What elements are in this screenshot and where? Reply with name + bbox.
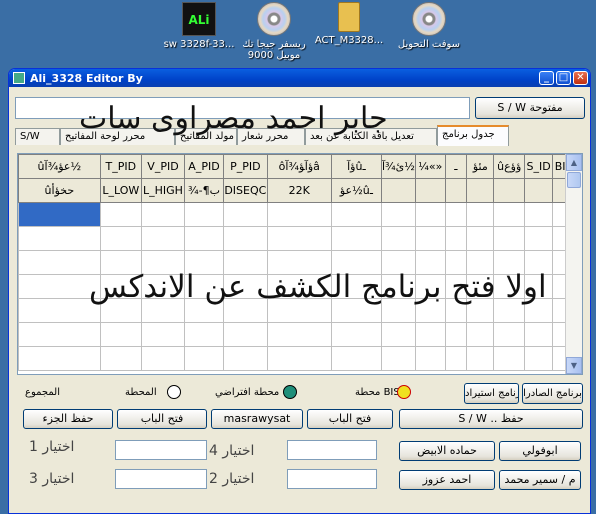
- choice-2-label: اختيار 2: [209, 471, 255, 487]
- table-header[interactable]: ـ: [444, 154, 468, 179]
- table-cell[interactable]: DISEQC: [223, 178, 268, 203]
- save-part-button[interactable]: حفظ الجزء: [23, 409, 113, 429]
- total-label: المجموع: [25, 387, 60, 398]
- status-legend: المجموع المحطة محطة افتراضي محطة BISS بر…: [17, 383, 583, 405]
- table-cell[interactable]: [444, 178, 468, 203]
- table-header[interactable]: مئؤ: [466, 154, 495, 179]
- table-header[interactable]: T_PID: [99, 154, 143, 179]
- minimize-button[interactable]: _: [539, 71, 554, 85]
- desktop-icon-label: ACT_M3328...: [314, 35, 384, 46]
- open-door-button-2[interactable]: فتح الباب: [307, 409, 393, 429]
- table-cell[interactable]: [523, 178, 554, 203]
- key-button[interactable]: S / W مفتوحة: [475, 97, 585, 119]
- ahmed-button[interactable]: احمد عزوز: [399, 470, 495, 490]
- channel-table: ûعؤ¾آ½ T_PID V_PID A_PID P_PID ôآ‍ؤ¾آ‎ؤâ…: [18, 154, 582, 371]
- cd-icon: [412, 2, 446, 36]
- table-cell[interactable]: L_LOW: [99, 178, 143, 203]
- circle-biss-icon: [397, 385, 411, 399]
- table-header[interactable]: ؤآûـ: [330, 154, 382, 179]
- title-bar[interactable]: Ali_3328 Editor By _ □ ✕: [9, 69, 590, 87]
- vertical-scrollbar[interactable]: ▲ ▼: [565, 154, 582, 374]
- choice-1-input[interactable]: [115, 440, 207, 460]
- table-header[interactable]: P_PID: [223, 154, 268, 179]
- choice-2-input[interactable]: [287, 469, 377, 489]
- choice-4-label: اختيار 4: [209, 443, 255, 459]
- cd-icon: [257, 2, 291, 36]
- table-header[interactable]: ôآ‍ؤ¾آ‎ؤâ: [266, 154, 332, 179]
- table-row[interactable]: [18, 346, 582, 371]
- overlay-author-name: جابر احمد مصراوى سات: [79, 101, 388, 136]
- table-cell[interactable]: L_HIGH: [141, 178, 185, 203]
- import-program-button[interactable]: برنامج استيراد: [464, 383, 519, 404]
- table-header[interactable]: ¼«»: [414, 154, 446, 179]
- save-sw-button[interactable]: S / W .. حفظ: [399, 409, 583, 429]
- desktop-icon-converter[interactable]: سوفت التحويل: [384, 2, 474, 50]
- program-grid[interactable]: ûعؤ¾آ½ T_PID V_PID A_PID P_PID ôآ‍ؤ¾آ‎ؤâ…: [17, 153, 583, 375]
- table-header-row: ûحخؤأ L_LOW L_HIGH ¾-¶ب DISEQC 22K عؤ½ûـ: [18, 178, 582, 203]
- tab-program-table[interactable]: جدول برنامج: [437, 125, 509, 146]
- desktop-icon-label: سوفت التحويل: [397, 39, 461, 50]
- choice-3-label: اختيار 3: [29, 471, 75, 487]
- table-cell[interactable]: عؤ½ûـ: [330, 178, 382, 203]
- scroll-up-icon[interactable]: ▲: [566, 154, 582, 171]
- window-title: Ali_3328 Editor By: [30, 71, 143, 85]
- ali-icon: ALi: [182, 2, 216, 36]
- channel-label: المحطة: [125, 387, 157, 398]
- circle-white-icon: [167, 385, 181, 399]
- choice-1-label: اختيار 1: [29, 439, 75, 455]
- app-icon: [13, 72, 25, 84]
- samir-button[interactable]: م / سمير محمد: [499, 470, 581, 490]
- desktop-icon-folder[interactable]: ACT_M3328...: [304, 2, 394, 46]
- table-row[interactable]: [18, 322, 582, 347]
- table-cell[interactable]: ûحخؤأ: [18, 178, 101, 203]
- table-cell[interactable]: [414, 178, 446, 203]
- table-header[interactable]: ûعؤ¾آ½: [18, 154, 101, 179]
- ibofooli-button[interactable]: ابوفولي: [499, 441, 581, 461]
- editor-window: Ali_3328 Editor By _ □ ✕ S / W مفتوحة جا…: [8, 68, 591, 514]
- table-row[interactable]: [18, 202, 582, 227]
- close-button[interactable]: ✕: [573, 71, 588, 85]
- table-header[interactable]: ûؤؤع: [493, 154, 525, 179]
- table-header[interactable]: V_PID: [141, 154, 185, 179]
- hamada-button[interactable]: حماده الابيض: [399, 441, 495, 461]
- circle-green-icon: [283, 385, 297, 399]
- scroll-thumb[interactable]: [567, 172, 581, 188]
- table-cell[interactable]: [466, 178, 495, 203]
- scroll-down-icon[interactable]: ▼: [566, 357, 582, 374]
- table-cell[interactable]: [380, 178, 416, 203]
- desktop: ALi sw 3328f-33... ريسفر جيجا تك موبيل 9…: [0, 0, 596, 72]
- folder-icon: [338, 2, 360, 32]
- open-door-button-1[interactable]: فتح الباب: [117, 409, 207, 429]
- table-header[interactable]: S_ID: [523, 154, 554, 179]
- table-cell[interactable]: 22K: [266, 178, 332, 203]
- choice-3-input[interactable]: [115, 469, 207, 489]
- default-channel-label: محطة افتراضي: [215, 387, 280, 398]
- table-cell[interactable]: [493, 178, 525, 203]
- table-row[interactable]: [18, 226, 582, 251]
- table-header[interactable]: A_PID: [183, 154, 225, 179]
- maximize-button[interactable]: □: [556, 71, 571, 85]
- table-header[interactable]: ئ¾آ½: [380, 154, 416, 179]
- tab-sw[interactable]: S/W: [15, 128, 60, 145]
- overlay-instruction: اولا فتح برنامج الكشف عن الاندكس: [89, 269, 547, 305]
- export-program-button[interactable]: برنامج الصادرا: [522, 383, 583, 404]
- table-cell[interactable]: ¾-¶ب: [183, 178, 225, 203]
- table-header-row: ûعؤ¾آ½ T_PID V_PID A_PID P_PID ôآ‍ؤ¾آ‎ؤâ…: [18, 154, 582, 179]
- choice-4-input[interactable]: [287, 440, 377, 460]
- masrawysat-button[interactable]: masrawysat: [211, 409, 303, 429]
